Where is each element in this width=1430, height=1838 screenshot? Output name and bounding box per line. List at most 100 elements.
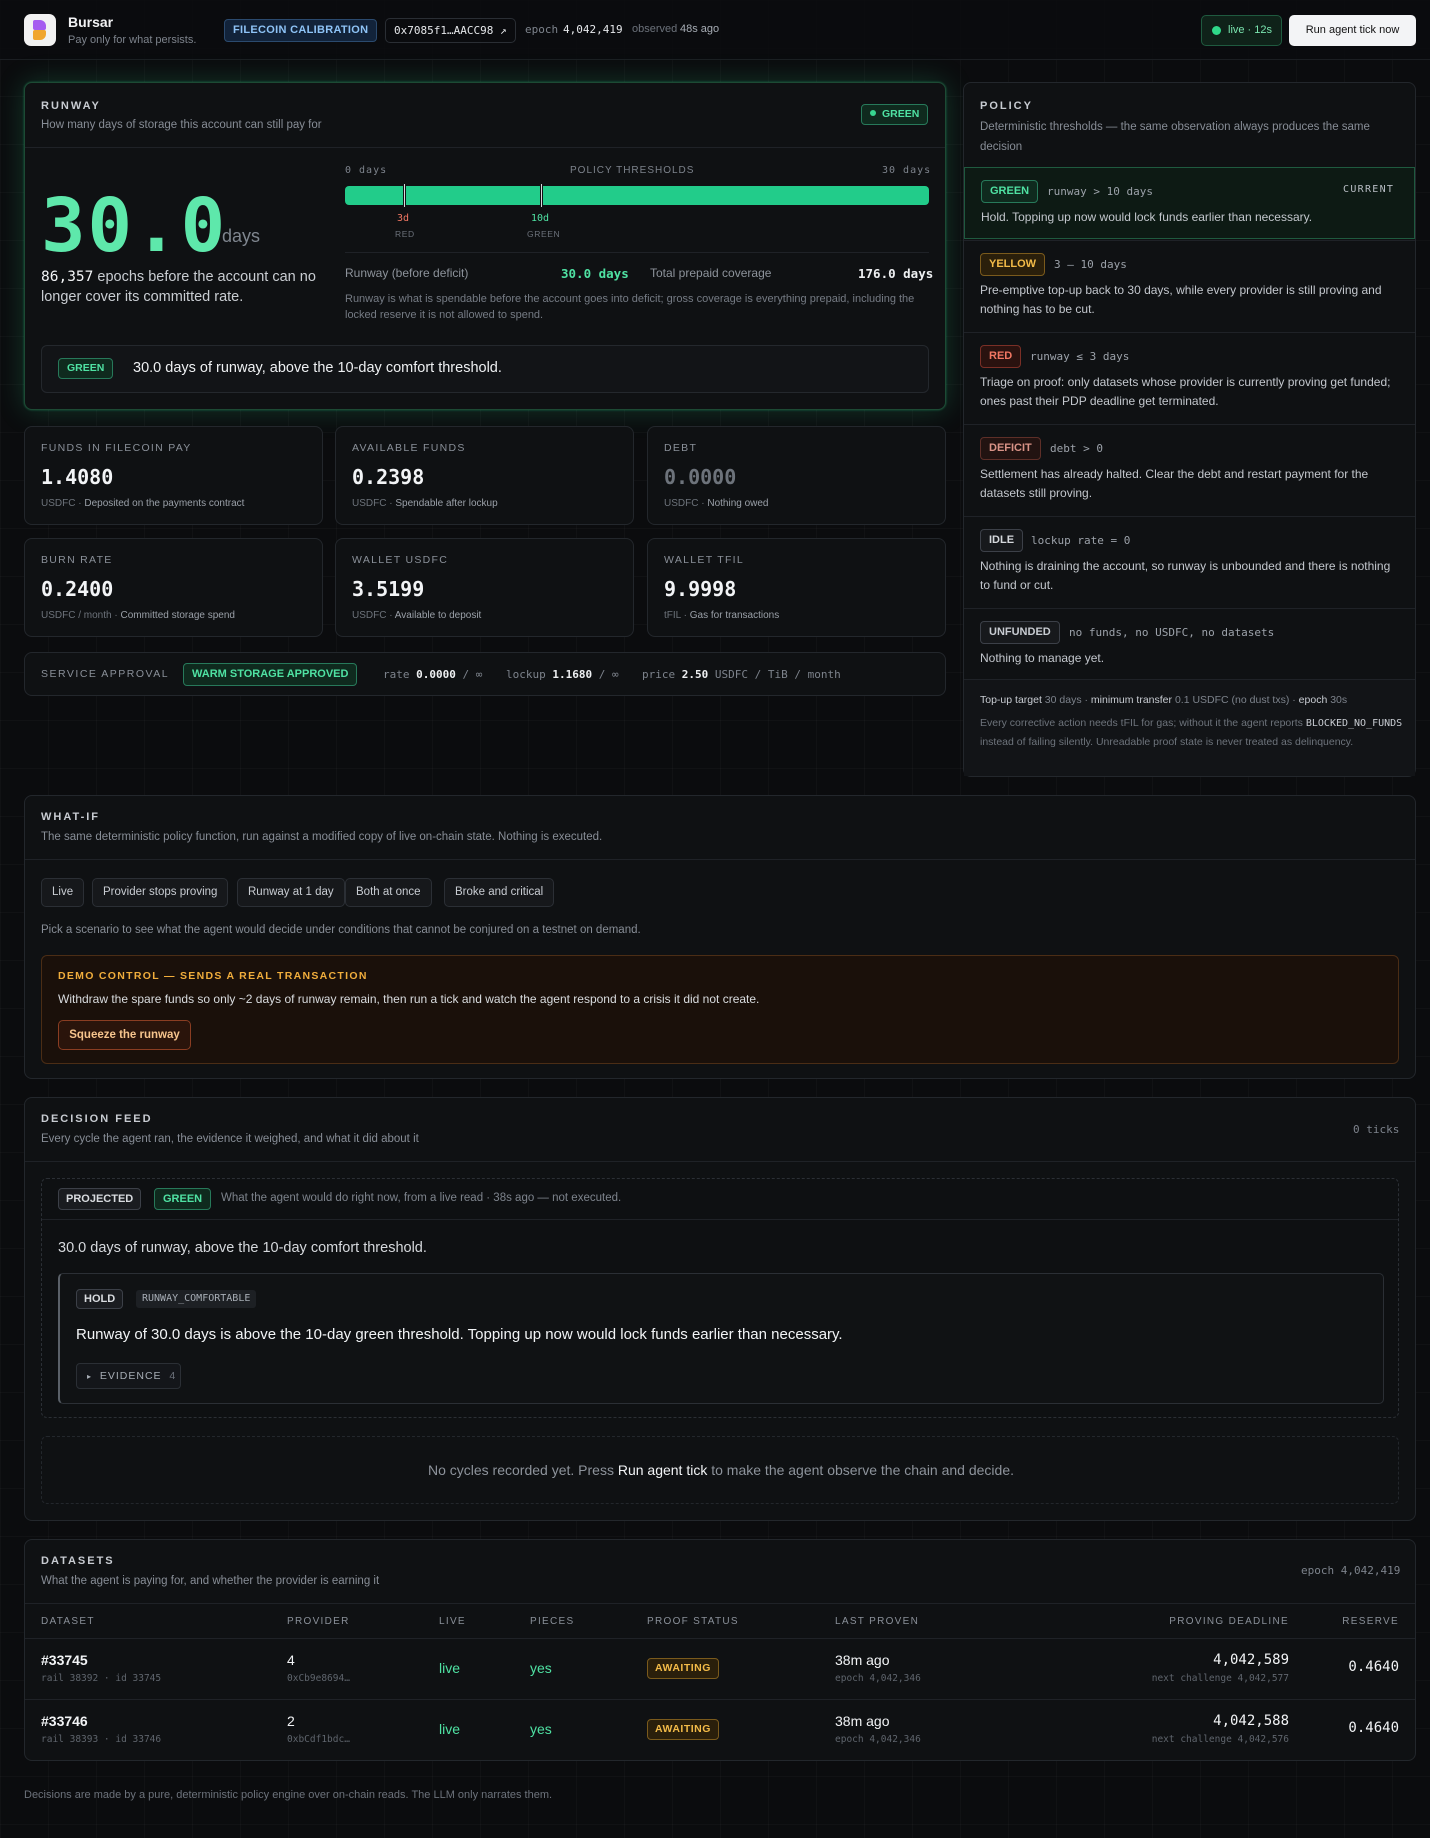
runway-epochs-text: 86,357 epochs before the account can no …: [41, 269, 316, 305]
status-dot-icon: [870, 110, 876, 116]
what-if-panel: WHAT-IF The same deterministic policy fu…: [24, 795, 1416, 1079]
brand-tagline: Pay only for what persists.: [68, 34, 197, 46]
projected-summary: 30.0 days of runway, above the 10-day co…: [58, 1240, 427, 1256]
stat-funds-in-filecoin-pay: FUNDS IN FILECOIN PAY 1.4080 USDFC · Depo…: [24, 426, 323, 525]
current-label: CURRENT: [1343, 184, 1395, 195]
banner-status-tag: GREEN: [58, 358, 114, 379]
footer-note: Decisions are made by a pure, determinis…: [24, 1789, 553, 1801]
caret-right-icon: ▸: [87, 1372, 93, 1381]
demo-title: DEMO CONTROL — SENDS A REAL TRANSACTION: [58, 970, 368, 982]
scenario-broke-critical-button[interactable]: Broke and critical: [444, 878, 555, 907]
tick-count: 0 ticks: [1353, 1123, 1400, 1136]
col-provider: PROVIDER: [287, 1616, 350, 1627]
scenario-provider-stops-button[interactable]: Provider stops proving: [92, 878, 229, 907]
proof-status-badge: AWAITING: [647, 1719, 719, 1740]
policy-subtitle: Deterministic thresholds — the same obse…: [980, 121, 1370, 153]
threshold-title: POLICY THRESHOLDS: [570, 165, 695, 176]
before-deficit-value: 30.0 days: [561, 266, 629, 281]
runway-days-value: 30.0: [41, 183, 228, 269]
col-proving-deadline: PROVING DEADLINE: [1169, 1616, 1289, 1627]
what-if-subtitle: The same deterministic policy function, …: [41, 831, 603, 843]
epoch-value: 4,042,419: [563, 23, 623, 36]
col-pieces: PIECES: [530, 1616, 575, 1627]
reason-code: RUNWAY_COMFORTABLE: [136, 1290, 257, 1308]
projected-decision: PROJECTED GREEN What the agent would do …: [41, 1178, 1399, 1418]
col-last-proven: LAST PROVEN: [835, 1616, 920, 1627]
policy-row-yellow: YELLOW 3 – 10 days Pre-emptive top-up ba…: [964, 240, 1415, 331]
proof-status-badge: AWAITING: [647, 1658, 719, 1679]
runway-title: RUNWAY: [41, 100, 101, 112]
col-live: LIVE: [439, 1616, 466, 1627]
red-threshold-marker: [403, 183, 406, 208]
col-reserve: RESERVE: [1342, 1616, 1399, 1627]
decision-feed-panel: DECISION FEED Every cycle the agent ran,…: [24, 1097, 1416, 1521]
prepaid-coverage-value: 176.0 days: [858, 266, 934, 281]
observed-value: 48s ago: [680, 23, 720, 35]
runway-decision-banner: GREEN 30.0 days of runway, above the 10-…: [41, 345, 929, 393]
evidence-toggle[interactable]: ▸ EVIDENCE 4: [76, 1363, 181, 1389]
epoch-label: epoch: [525, 23, 559, 36]
runway-status-badge: GREEN: [861, 104, 929, 125]
col-proof-status: PROOF STATUS: [647, 1616, 739, 1627]
action-tag: HOLD: [76, 1289, 124, 1309]
approval-lockup: lockup 1.1680 / ∞: [506, 668, 619, 681]
scenario-live-button[interactable]: Live: [41, 878, 85, 907]
policy-row-green: GREEN runway > 10 days CURRENT Hold. Top…: [964, 167, 1415, 239]
datasets-panel: DATASETS What the agent is paying for, a…: [24, 1539, 1416, 1761]
run-agent-tick-button[interactable]: Run agent tick now: [1289, 15, 1416, 46]
policy-row-idle: IDLE lockup rate = 0 Nothing is draining…: [964, 516, 1415, 607]
before-deficit-label: Runway (before deficit): [345, 266, 469, 280]
green-threshold-label: 10d: [531, 213, 550, 224]
datasets-title: DATASETS: [41, 1555, 115, 1567]
policy-row-deficit: DEFICIT debt > 0 Settlement has already …: [964, 424, 1415, 515]
datasets-subtitle: What the agent is paying for, and whethe…: [41, 1575, 380, 1587]
what-if-title: WHAT-IF: [41, 811, 101, 823]
scenario-both-button[interactable]: Both at once: [345, 878, 432, 907]
stat-wallet-tfil: WALLET TFIL 9.9998 tFIL · Gas for transac…: [647, 538, 946, 637]
policy-row-unfunded: UNFUNDED no funds, no USDFC, no datasets…: [964, 608, 1415, 680]
demo-control-box: DEMO CONTROL — SENDS A REAL TRANSACTION …: [41, 955, 1399, 1064]
runway-subtitle: How many days of storage this account ca…: [41, 119, 322, 131]
approval-label: SERVICE APPROVAL: [41, 668, 170, 680]
bursar-logo: [24, 14, 56, 46]
action-card: HOLD RUNWAY_COMFORTABLE Runway of 30.0 d…: [58, 1273, 1384, 1404]
live-indicator: live · 12s: [1201, 15, 1282, 46]
projected-status-tag: GREEN: [154, 1188, 212, 1210]
service-approval-bar: SERVICE APPROVAL WARM STORAGE APPROVED r…: [24, 652, 946, 696]
runway-card: RUNWAY How many days of storage this acc…: [24, 82, 946, 410]
runway-days-unit: days: [222, 226, 261, 246]
projected-tag: PROJECTED: [58, 1188, 142, 1210]
approval-price: price 2.50 USDFC / TiB / month: [642, 668, 841, 681]
demo-text: Withdraw the spare funds so only ~2 days…: [58, 992, 760, 1006]
projected-note: What the agent would do right now, from …: [221, 1192, 622, 1204]
datasets-epoch: epoch 4,042,419: [1301, 1564, 1401, 1577]
brand-name: Bursar: [68, 14, 114, 30]
policy-row-red: RED runway ≤ 3 days Triage on proof: onl…: [964, 332, 1415, 423]
policy-panel: POLICY Deterministic thresholds — the sa…: [963, 82, 1416, 777]
top-bar: Bursar Pay only for what persists. FILEC…: [0, 0, 1430, 60]
policy-title: POLICY: [980, 100, 1033, 112]
empty-feed-state: No cycles recorded yet. Press Run agent …: [41, 1436, 1399, 1504]
live-dot-icon: [1212, 26, 1221, 35]
green-threshold-sub: GREEN: [527, 229, 561, 239]
stat-debt: DEBT 0.0000 USDFC · Nothing owed: [647, 426, 946, 525]
policy-footer: Top-up target 30 days · minimum transfer…: [964, 679, 1415, 776]
action-reason: Runway of 30.0 days is above the 10-day …: [76, 1326, 843, 1343]
account-address-link[interactable]: 0x7085f1…AACC98 ↗: [385, 18, 516, 43]
run-agent-tick-link[interactable]: Run agent tick: [618, 1462, 708, 1478]
runway-note: Runway is what is spendable before the a…: [345, 293, 915, 321]
runway-progress-bar: [345, 186, 929, 205]
squeeze-runway-button[interactable]: Squeeze the runway: [58, 1020, 191, 1050]
observed-label: observed: [632, 23, 678, 35]
stat-burn-rate: BURN RATE 0.2400 USDFC / month · Committe…: [24, 538, 323, 637]
green-threshold-marker: [540, 183, 543, 208]
stat-available-funds: AVAILABLE FUNDS 0.2398 USDFC · Spendable …: [335, 426, 634, 525]
approval-rate: rate 0.0000 / ∞: [383, 668, 483, 681]
scenario-runway-1-day-button[interactable]: Runway at 1 day: [237, 878, 345, 907]
feed-subtitle: Every cycle the agent ran, the evidence …: [41, 1133, 419, 1145]
feed-title: DECISION FEED: [41, 1113, 153, 1125]
network-badge: FILECOIN CALIBRATION: [224, 19, 378, 42]
red-threshold-label: 3d: [397, 213, 410, 224]
threshold-min-label: 0 days: [345, 165, 388, 176]
stat-wallet-usdfc: WALLET USDFC 3.5199 USDFC · Available to …: [335, 538, 634, 637]
